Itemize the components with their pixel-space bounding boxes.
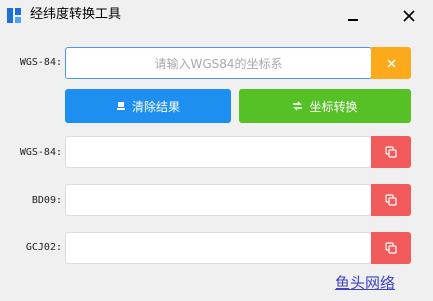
title-bar: 经纬度转换工具 — [0, 0, 433, 32]
result-field-bd09[interactable] — [65, 184, 372, 216]
window-title: 经纬度转换工具 — [30, 7, 122, 22]
clear-input-button[interactable] — [371, 47, 411, 79]
result-label-gcj02: GCJ02: — [25, 242, 62, 253]
result-field-gcj02[interactable] — [65, 232, 372, 264]
clear-x-icon — [386, 58, 396, 68]
convert-label: 坐标转换 — [309, 99, 358, 114]
minimize-icon — [348, 19, 358, 21]
copy-wgs84-button[interactable] — [371, 136, 411, 168]
result-label-bd09: BD09: — [31, 195, 62, 206]
copy-icon — [385, 194, 397, 206]
close-button[interactable] — [394, 4, 424, 28]
minimize-button[interactable] — [338, 4, 368, 28]
convert-icon — [293, 101, 303, 111]
input-placeholder: 请输入WGS84的坐标系 — [154, 57, 283, 71]
convert-button[interactable]: 坐标转换 — [239, 89, 411, 123]
copy-bd09-button[interactable] — [371, 184, 411, 216]
website-link[interactable]: 鱼头网络 — [335, 272, 395, 293]
result-field-wgs84[interactable] — [65, 136, 372, 168]
input-label: WGS-84: — [19, 57, 62, 68]
copy-icon — [385, 146, 397, 158]
result-label-wgs84: WGS-84: — [19, 147, 62, 158]
coordinate-input[interactable]: 请输入WGS84的坐标系 — [65, 47, 372, 79]
eraser-icon — [116, 102, 125, 110]
app-icon — [7, 8, 21, 23]
copy-icon — [385, 242, 397, 254]
clear-results-button[interactable]: 清除结果 — [65, 89, 231, 123]
close-icon — [403, 10, 415, 22]
clear-results-label: 清除结果 — [131, 99, 180, 114]
copy-gcj02-button[interactable] — [371, 232, 411, 264]
